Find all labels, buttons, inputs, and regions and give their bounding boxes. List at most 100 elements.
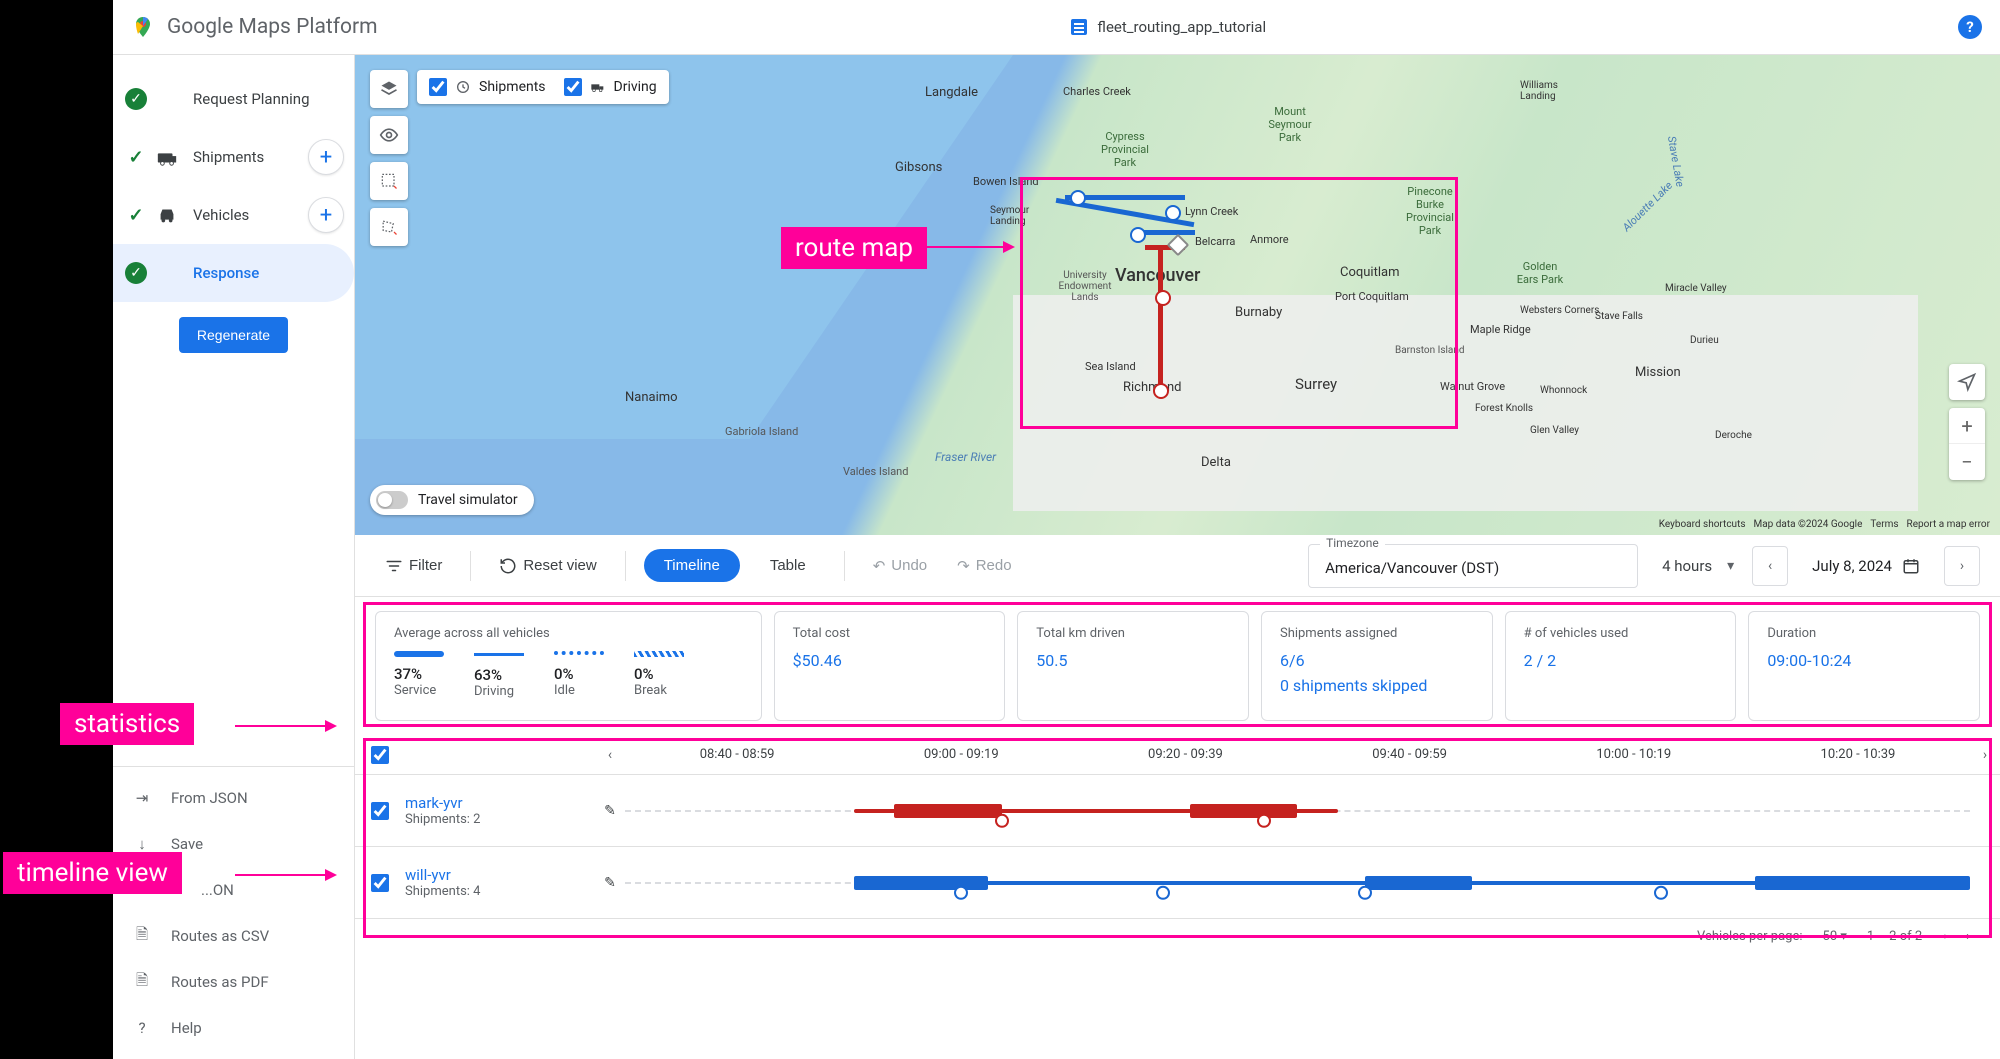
timeline-scroll-right[interactable]: › bbox=[1970, 747, 2000, 763]
timeline-time-label: 10:00 - 10:19 bbox=[1522, 747, 1746, 762]
edit-icon[interactable]: ✎ bbox=[604, 875, 616, 891]
row-checkbox[interactable] bbox=[371, 802, 389, 820]
table-tab[interactable]: Table bbox=[750, 549, 826, 582]
timezone-field[interactable]: Timezone America/Vancouver (DST) bbox=[1308, 544, 1638, 588]
map-label: Sea Island bbox=[1085, 360, 1136, 373]
map-label: Nanaimo bbox=[625, 390, 678, 405]
undo-button[interactable]: ↶Undo bbox=[863, 551, 937, 581]
timeline-time-label: 10:20 - 10:39 bbox=[1746, 747, 1970, 762]
timeline-bar-area[interactable] bbox=[625, 775, 1970, 846]
map-label: Cypress Provincial Park bbox=[1095, 130, 1155, 169]
shipments-toggle[interactable]: Shipments bbox=[429, 78, 546, 96]
map-label: Bowen Island bbox=[973, 175, 1039, 188]
map[interactable]: Vancouver Burnaby Surrey Richmond Coquit… bbox=[355, 55, 2000, 535]
map-layer-button[interactable] bbox=[370, 70, 408, 108]
doc-name[interactable]: fleet_routing_app_tutorial bbox=[1097, 18, 1266, 36]
filter-button[interactable]: Filter bbox=[375, 551, 452, 581]
help-button[interactable]: ?Help bbox=[113, 1005, 354, 1051]
check-icon: ✓ bbox=[125, 204, 147, 226]
timeline-time-label: 09:20 - 09:39 bbox=[1073, 747, 1297, 762]
map-label: Anmore bbox=[1250, 233, 1289, 246]
check-icon: ✓ bbox=[125, 88, 147, 110]
row-checkbox[interactable] bbox=[371, 874, 389, 892]
edit-icon[interactable]: ✎ bbox=[604, 803, 616, 819]
map-select-button[interactable] bbox=[370, 162, 408, 200]
date-picker[interactable]: July 8, 2024 bbox=[1798, 547, 1934, 585]
pagination: Vehicles per page: 50 ▾ 1 – 2 of 2 ‹ › bbox=[355, 919, 2000, 954]
help-circle-icon: ? bbox=[131, 1017, 153, 1039]
date-next-button[interactable]: › bbox=[1944, 546, 1980, 586]
map-label: Delta bbox=[1201, 455, 1231, 470]
timeline-stop-icon[interactable] bbox=[1358, 885, 1372, 899]
help-icon[interactable]: ? bbox=[1958, 15, 1982, 39]
map-label: Lynn Creek bbox=[1185, 205, 1238, 218]
zoom-out-button[interactable]: − bbox=[1949, 444, 1985, 480]
vehicle-name[interactable]: will-yvr bbox=[405, 866, 595, 884]
routes-csv-button[interactable]: 🗎Routes as CSV bbox=[113, 913, 354, 959]
timeline-stop-icon[interactable] bbox=[1654, 885, 1668, 899]
timeline-panel: ‹ 08:40 - 08:5909:00 - 09:1909:20 - 09:3… bbox=[355, 735, 2000, 1059]
annotation-timeline-label: timeline view bbox=[3, 852, 182, 894]
route-node-icon bbox=[1070, 190, 1086, 206]
content: Vancouver Burnaby Surrey Richmond Coquit… bbox=[355, 55, 2000, 1059]
map-label: Williams Landing bbox=[1520, 80, 1570, 102]
nav-request-planning[interactable]: ✓ Request Planning bbox=[113, 70, 354, 128]
check-icon: ✓ bbox=[125, 146, 147, 168]
map-visibility-button[interactable] bbox=[370, 116, 408, 154]
map-attribution: Keyboard shortcuts Map data ©2024 Google… bbox=[1659, 519, 1990, 530]
regenerate-button[interactable]: Regenerate bbox=[179, 317, 288, 353]
map-label: University Endowment Lands bbox=[1050, 270, 1120, 303]
timeline-bar-area[interactable] bbox=[625, 847, 1970, 918]
from-json-button[interactable]: ⇥From JSON bbox=[113, 775, 354, 821]
map-label: Glen Valley bbox=[1530, 425, 1579, 436]
shipments-icon bbox=[155, 145, 179, 169]
redo-icon: ↷ bbox=[957, 557, 970, 575]
add-shipment-button[interactable]: + bbox=[308, 139, 344, 175]
stat-avg-card: Average across all vehicles 37%Service 6… bbox=[375, 611, 762, 721]
page-next-button[interactable]: › bbox=[1966, 929, 1970, 944]
map-label: Burnaby bbox=[1235, 305, 1282, 320]
timeline-tab[interactable]: Timeline bbox=[644, 549, 740, 582]
check-icon: ✓ bbox=[125, 262, 147, 284]
vehicles-icon bbox=[155, 203, 179, 227]
page-prev-button[interactable]: ‹ bbox=[1942, 929, 1946, 944]
timeline-row: will-yvr Shipments: 4 ✎ bbox=[355, 847, 2000, 919]
add-vehicle-button[interactable]: + bbox=[308, 197, 344, 233]
page-size-select[interactable]: 50 ▾ bbox=[1823, 929, 1847, 944]
map-label: Deroche bbox=[1715, 430, 1752, 441]
left-black-bar bbox=[0, 0, 113, 1059]
nav-response[interactable]: ✓ Response bbox=[113, 244, 354, 302]
annotation-statistics-label: statistics bbox=[60, 703, 194, 745]
nav-vehicles[interactable]: ✓ Vehicles + bbox=[113, 186, 354, 244]
timeline-stop-icon[interactable] bbox=[954, 885, 968, 899]
calendar-icon bbox=[1902, 557, 1920, 575]
timeline-time-label: 09:40 - 09:59 bbox=[1298, 747, 1522, 762]
routes-pdf-button[interactable]: 🗎Routes as PDF bbox=[113, 959, 354, 1005]
driving-toggle[interactable]: Driving bbox=[564, 78, 657, 96]
vehicle-name[interactable]: mark-yvr bbox=[405, 794, 595, 812]
nav-shipments[interactable]: ✓ Shipments + bbox=[113, 128, 354, 186]
timeline-stop-icon[interactable] bbox=[1257, 813, 1271, 827]
date-prev-button[interactable]: ‹ bbox=[1752, 546, 1788, 586]
timeline-row: mark-yvr Shipments: 2 ✎ bbox=[355, 775, 2000, 847]
toggle-icon bbox=[376, 491, 408, 509]
sidebar-bottom: ⇥From JSON ↓Save 🗎...ON 🗎Routes as CSV 🗎… bbox=[113, 766, 354, 1059]
timeline-stop-icon[interactable] bbox=[1156, 885, 1170, 899]
select-all-checkbox[interactable] bbox=[371, 746, 389, 764]
timeline-stop-icon[interactable] bbox=[995, 813, 1009, 827]
reset-view-button[interactable]: Reset view bbox=[489, 551, 606, 581]
hours-select[interactable]: 4 hours bbox=[1648, 547, 1742, 585]
map-label: Coquitlam bbox=[1340, 265, 1399, 280]
map-label: Golden Ears Park bbox=[1515, 260, 1565, 286]
map-locate-button[interactable] bbox=[1949, 364, 1985, 400]
timeline-scroll-left[interactable]: ‹ bbox=[595, 747, 625, 763]
map-label: Durieu bbox=[1690, 335, 1719, 346]
header: Google Maps Platform fleet_routing_app_t… bbox=[113, 0, 2000, 55]
map-polygon-button[interactable] bbox=[370, 208, 408, 246]
doc-icon: 🗎 bbox=[131, 971, 153, 993]
redo-button[interactable]: ↷Redo bbox=[947, 551, 1021, 581]
shipment-icon bbox=[455, 79, 471, 95]
timeline-header: ‹ 08:40 - 08:5909:00 - 09:1909:20 - 09:3… bbox=[355, 735, 2000, 775]
zoom-in-button[interactable]: + bbox=[1949, 408, 1985, 444]
travel-simulator-toggle[interactable]: Travel simulator bbox=[370, 485, 534, 515]
